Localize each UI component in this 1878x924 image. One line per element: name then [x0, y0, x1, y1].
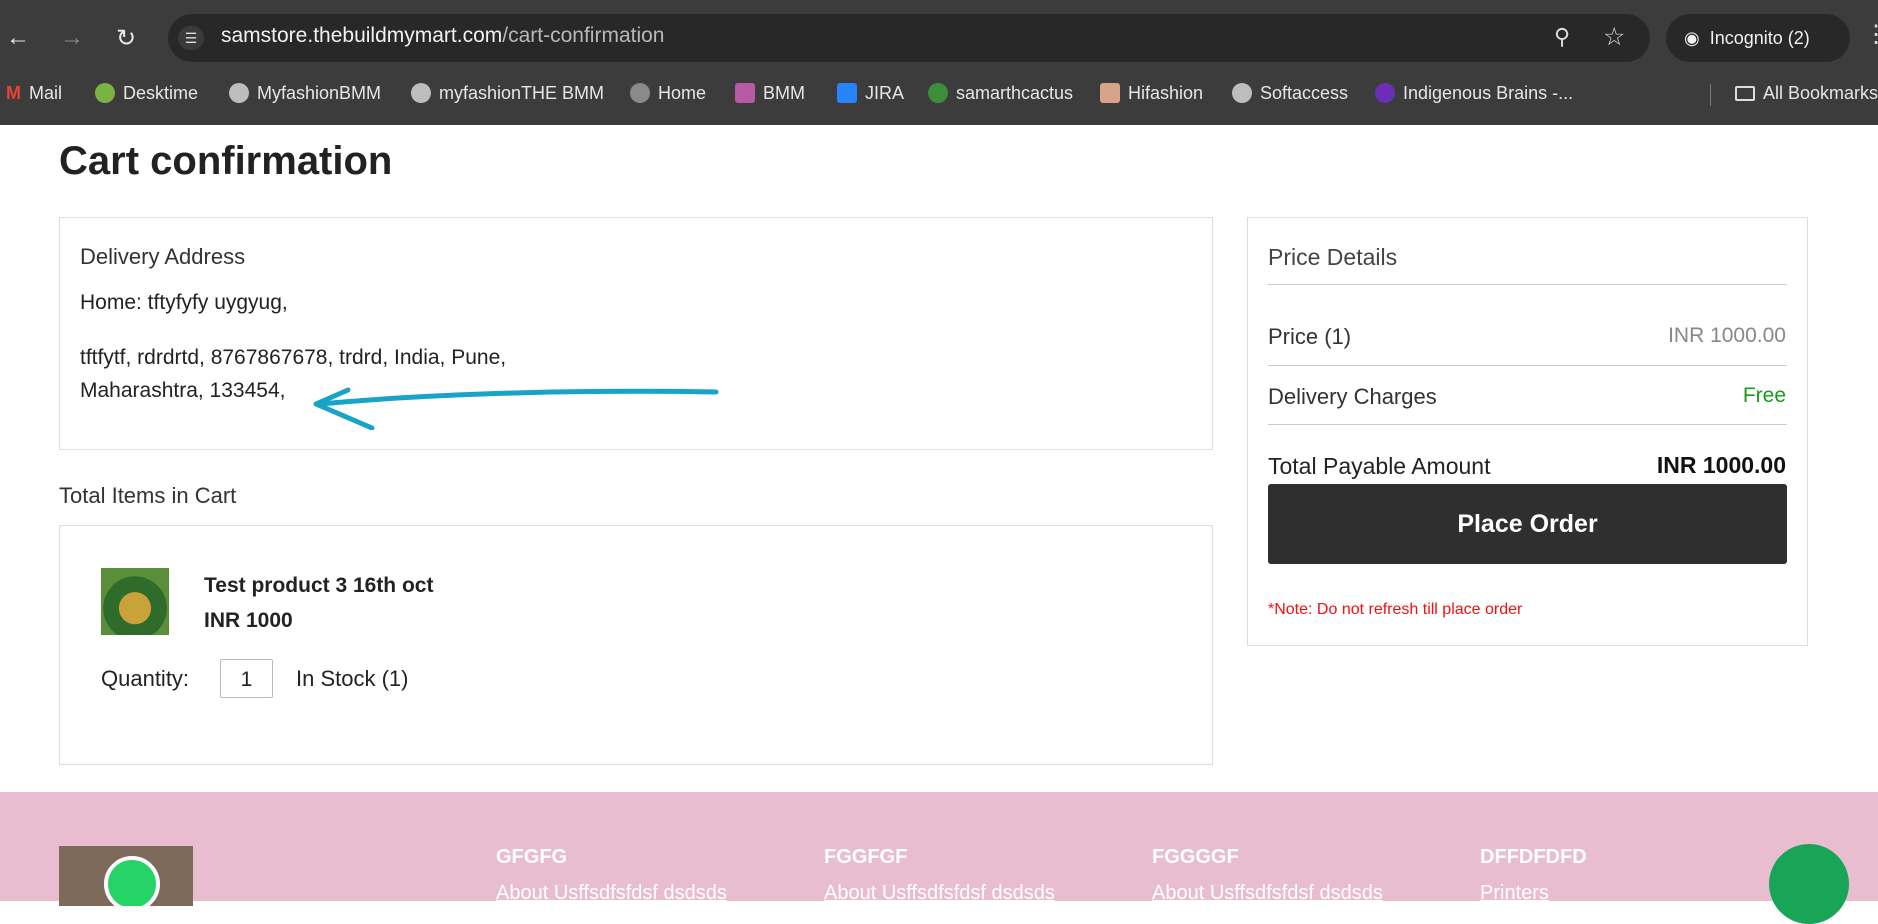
- incognito-indicator[interactable]: ◉ Incognito (2): [1666, 14, 1850, 62]
- bookmark-indigenous-brains[interactable]: Indigenous Brains -...: [1375, 80, 1573, 106]
- price-divider: [1268, 365, 1787, 366]
- cactus-icon: [928, 83, 948, 103]
- footer-logo[interactable]: [59, 846, 193, 906]
- folder-icon: [1735, 85, 1755, 101]
- whatsapp-icon: [104, 856, 160, 906]
- bookmark-label: Indigenous Brains -...: [1403, 82, 1574, 103]
- bookmark-myfashionthebmm[interactable]: myfashionTHE BMM: [411, 80, 604, 106]
- price-label: Price (1): [1268, 324, 1352, 349]
- delivery-address-heading: Delivery Address: [80, 244, 246, 269]
- url-domain: samstore.thebuildmymart.com: [221, 24, 503, 47]
- bookmark-label: Hifashion: [1128, 82, 1204, 103]
- incognito-label: Incognito (2): [1709, 27, 1810, 48]
- globe-icon: [229, 83, 249, 103]
- bookmark-desktime[interactable]: Desktime: [95, 80, 198, 106]
- address-line-1: Home: tftyfyfy uygyug,: [80, 291, 288, 314]
- globe-icon: [411, 83, 431, 103]
- footer-col-heading: DFFDFDFD: [1480, 846, 1587, 868]
- price-details-card: [1247, 217, 1808, 646]
- delivery-charges-value: Free: [1742, 384, 1786, 407]
- bookmark-label: BMM: [763, 82, 805, 103]
- bookmark-home[interactable]: Home: [630, 80, 706, 106]
- incognito-icon: ◉: [1684, 27, 1700, 48]
- product-image[interactable]: [101, 568, 169, 635]
- bookmark-label: All Bookmarks: [1763, 82, 1878, 103]
- indigenous-brains-icon: [1375, 83, 1395, 103]
- menu-icon[interactable]: ⋮: [1864, 20, 1878, 49]
- price-divider: [1268, 284, 1787, 285]
- refresh-note: *Note: Do not refresh till place order: [1268, 601, 1523, 618]
- bookmark-myfashionbmm[interactable]: MyfashionBMM: [229, 80, 381, 106]
- bookmark-label: Desktime: [123, 82, 199, 103]
- page-title: Cart confirmation: [59, 139, 393, 183]
- bookmark-bmm[interactable]: BMM: [735, 80, 805, 106]
- address-line-3: Maharashtra, 133454,: [80, 379, 286, 402]
- bookmark-label: MyfashionBMM: [257, 82, 382, 103]
- footer-col-heading: FGGFGF: [824, 846, 908, 868]
- bookmark-softaccess[interactable]: Softaccess: [1232, 80, 1348, 106]
- bookmark-jira[interactable]: JIRA: [837, 80, 904, 106]
- total-payable-value: INR 1000.00: [1656, 452, 1786, 478]
- address-line-2: tftfytf, rdrdrtd, 8767867678, trdrd, Ind…: [80, 346, 507, 369]
- stock-status: In Stock (1): [296, 666, 409, 691]
- price-details-heading: Price Details: [1268, 244, 1398, 270]
- bookmark-star-icon[interactable]: ☆: [1603, 22, 1625, 52]
- product-name[interactable]: Test product 3 16th oct: [204, 574, 433, 598]
- quantity-label: Quantity:: [101, 666, 190, 691]
- footer-link[interactable]: Printers: [1480, 882, 1549, 905]
- cart-item-card: [59, 525, 1213, 765]
- bookmark-label: Mail: [29, 82, 63, 103]
- bookmark-all-bookmarks[interactable]: All Bookmarks: [1735, 80, 1878, 106]
- gmail-icon: M: [6, 82, 21, 103]
- total-payable-label: Total Payable Amount: [1268, 453, 1491, 479]
- bookmark-hifashion[interactable]: Hifashion: [1100, 80, 1203, 106]
- bookmark-separator: [1710, 84, 1711, 106]
- quantity-input[interactable]: 1: [220, 659, 273, 698]
- bmm-icon: [735, 83, 755, 103]
- globe-icon: [630, 83, 650, 103]
- reload-icon[interactable]: ↻: [110, 22, 142, 54]
- price-value: INR 1000.00: [1668, 324, 1786, 347]
- url-text[interactable]: samstore.thebuildmymart.com/cart-confirm…: [221, 24, 664, 48]
- jira-icon: [837, 83, 857, 103]
- footer-link[interactable]: About Usffsdfsfdsf dsdsds: [1152, 882, 1383, 905]
- cart-items-heading: Total Items in Cart: [59, 483, 237, 508]
- back-arrow-icon[interactable]: ←: [2, 22, 34, 54]
- url-path: /cart-confirmation: [502, 24, 665, 47]
- footer-link[interactable]: About Usffsdfsfdsf dsdsds: [496, 882, 727, 905]
- product-price: INR 1000: [204, 609, 293, 632]
- globe-icon: [1232, 83, 1252, 103]
- price-divider: [1268, 424, 1787, 425]
- bookmark-label: myfashionTHE BMM: [439, 82, 605, 103]
- hifashion-icon: [1100, 83, 1120, 103]
- chat-fab-icon[interactable]: [1769, 844, 1849, 924]
- footer-col-heading: GFGFG: [496, 846, 568, 868]
- bookmark-label: Softaccess: [1260, 82, 1349, 103]
- zoom-search-icon[interactable]: ⚲: [1554, 24, 1570, 50]
- footer-col-heading: FGGGGF: [1152, 846, 1239, 868]
- forward-arrow-icon[interactable]: →: [56, 22, 88, 54]
- delivery-charges-label: Delivery Charges: [1268, 384, 1437, 409]
- bookmark-label: Home: [658, 82, 707, 103]
- site-info-icon[interactable]: ☰: [178, 26, 204, 50]
- bookmark-mail[interactable]: M Mail: [6, 80, 62, 106]
- footer-link[interactable]: About Usffsdfsfdsf dsdsds: [824, 882, 1055, 905]
- bookmark-label: JIRA: [865, 82, 905, 103]
- desktime-icon: [95, 83, 115, 103]
- bookmark-label: samarthcactus: [956, 82, 1074, 103]
- bookmark-samarthcactus[interactable]: samarthcactus: [928, 80, 1073, 106]
- place-order-button[interactable]: Place Order: [1268, 484, 1787, 564]
- annotation-arrow: [313, 387, 719, 430]
